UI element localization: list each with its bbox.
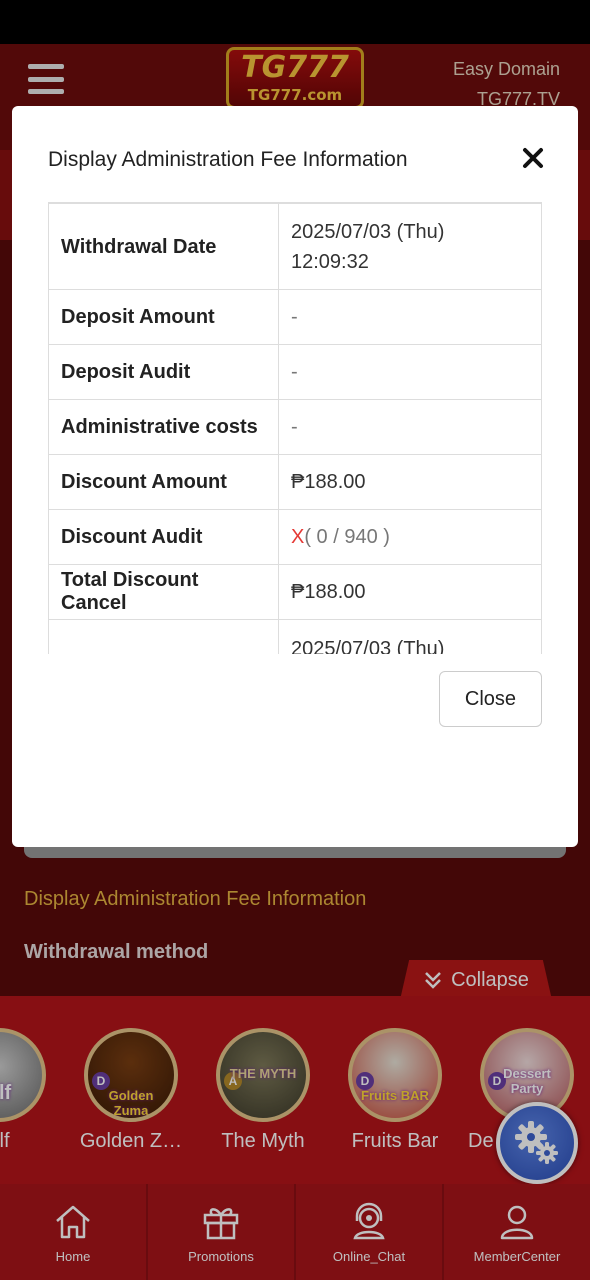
fee-table-scroll[interactable]: Withdrawal Date 2025/07/03 (Thu) 12:09:3…: [48, 202, 542, 654]
table-row: Discount Amount ₱188.00: [48, 454, 542, 510]
row-value: X( 0 / 940 ): [278, 509, 542, 565]
table-row: 2025/07/03 (Thu): [48, 619, 542, 654]
table-row: Total Discount Cancel ₱188.00: [48, 564, 542, 620]
close-button[interactable]: Close: [439, 671, 542, 727]
fee-info-modal: Display Administration Fee Information W…: [12, 106, 578, 847]
row-value: -: [278, 399, 542, 455]
table-row: Deposit Amount -: [48, 289, 542, 345]
modal-title: Display Administration Fee Information: [48, 148, 408, 171]
audit-progress: ( 0 / 940 ): [304, 525, 390, 548]
table-row: Withdrawal Date 2025/07/03 (Thu) 12:09:3…: [48, 203, 542, 290]
row-label: Deposit Audit: [48, 344, 279, 400]
row-label: Discount Audit: [48, 509, 279, 565]
table-row: Administrative costs -: [48, 399, 542, 455]
table-row: Deposit Audit -: [48, 344, 542, 400]
withdrawal-date: 2025/07/03 (Thu): [291, 220, 445, 243]
fee-table: Withdrawal Date 2025/07/03 (Thu) 12:09:3…: [48, 203, 542, 654]
row-value: -: [278, 344, 542, 400]
row-value: ₱188.00: [278, 454, 542, 510]
row-label: Deposit Amount: [48, 289, 279, 345]
row-value: -: [278, 289, 542, 345]
row-value: 2025/07/03 (Thu) 12:09:32: [278, 203, 542, 290]
row-label: Total Discount Cancel: [48, 564, 279, 620]
audit-fail-mark: X: [291, 525, 305, 548]
row-label: Administrative costs: [48, 399, 279, 455]
row-label: Discount Amount: [48, 454, 279, 510]
close-icon[interactable]: [521, 146, 545, 170]
row-value: 2025/07/03 (Thu): [278, 619, 542, 654]
withdrawal-time: 12:09:32: [291, 250, 369, 273]
row-label: Withdrawal Date: [48, 203, 279, 290]
row-label: [48, 619, 279, 654]
row-value: ₱188.00: [278, 564, 542, 620]
table-row: Discount Audit X( 0 / 940 ): [48, 509, 542, 565]
